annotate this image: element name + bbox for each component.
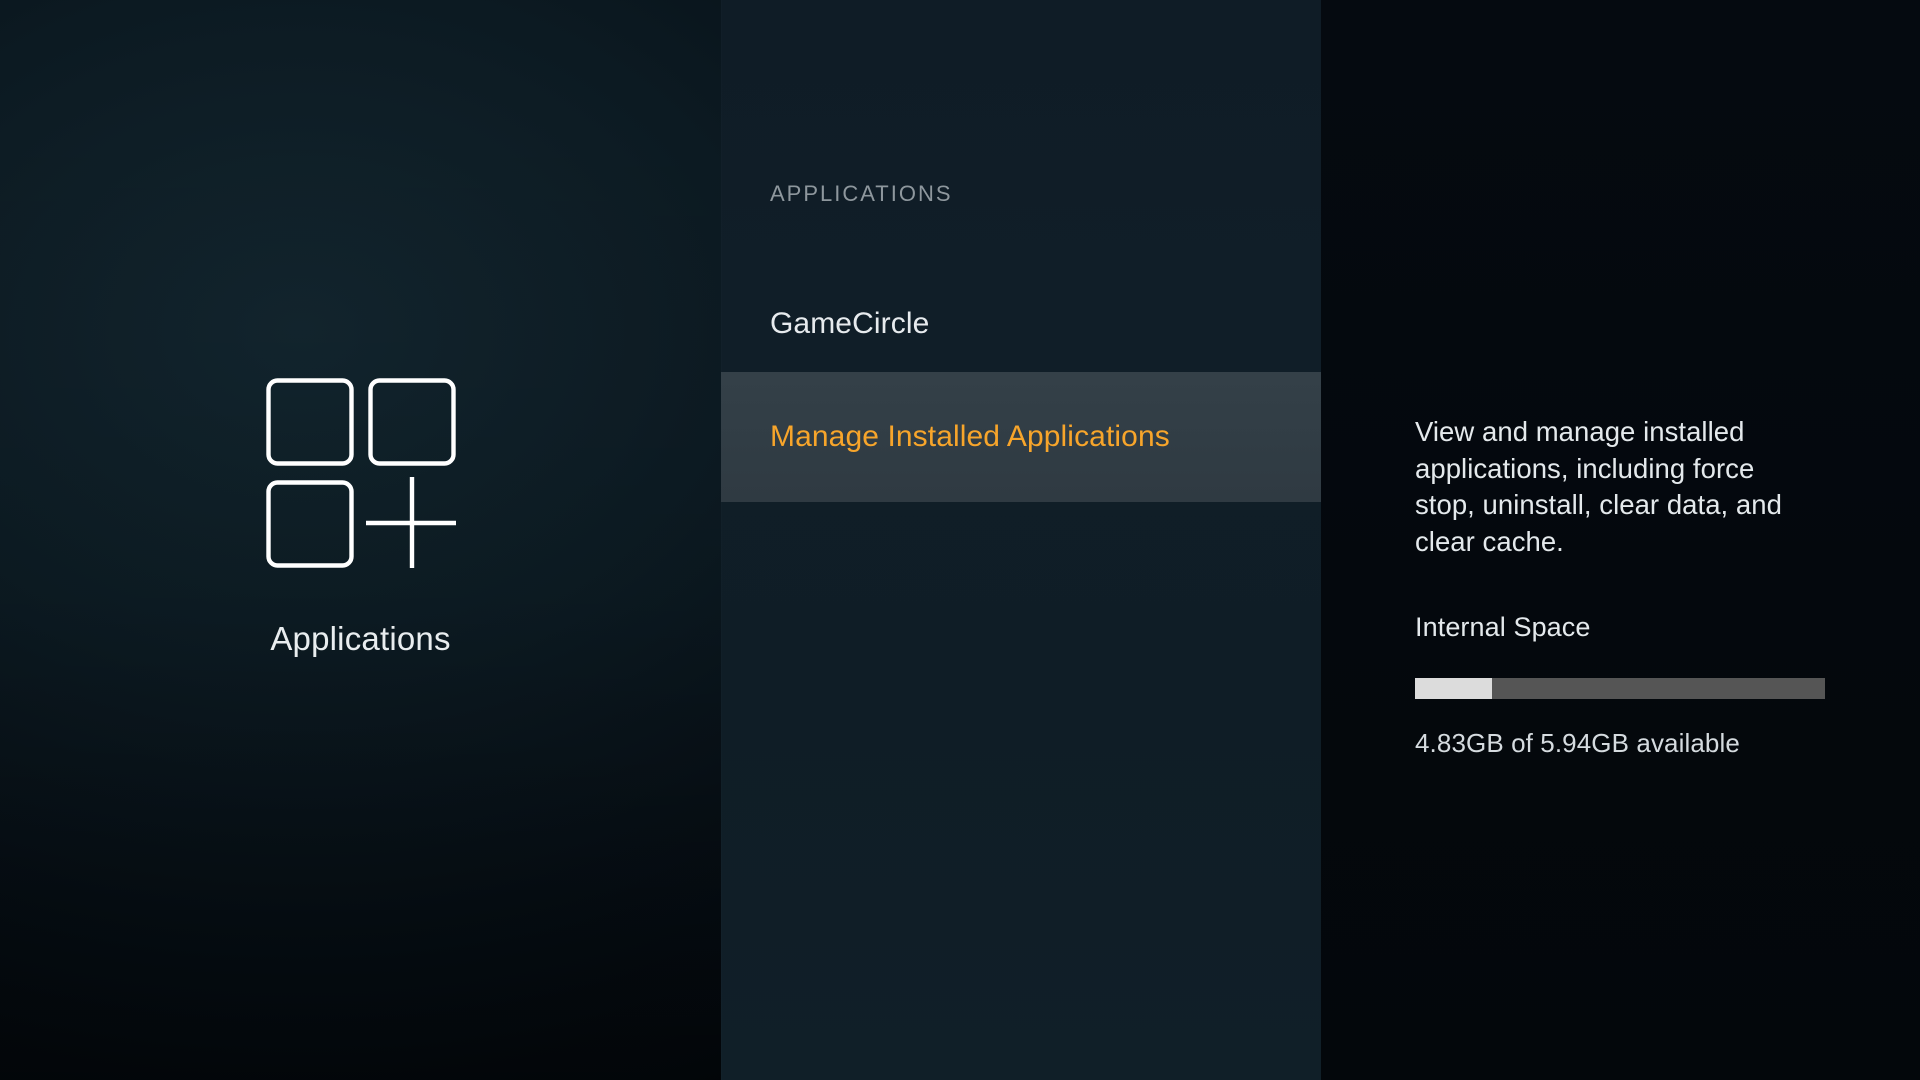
hero-panel: Applications xyxy=(0,0,721,1080)
hero-label: Applications xyxy=(270,620,451,657)
internal-space-progress-fill xyxy=(1415,678,1492,699)
detail-panel: View and manage installed applications, … xyxy=(1321,0,1920,1080)
applications-menu-column: APPLICATIONS GameCircle Manage Installed… xyxy=(721,0,1321,1080)
menu-item-manage-installed-applications[interactable]: Manage Installed Applications xyxy=(721,372,1321,502)
menu-item-label: Manage Installed Applications xyxy=(770,420,1170,453)
fire-tv-settings-screen: Applications APPLICATIONS GameCircle Man… xyxy=(0,0,1920,1080)
internal-space-summary: 4.83GB of 5.94GB available xyxy=(1415,728,1740,758)
menu-section-header: APPLICATIONS xyxy=(770,181,953,206)
menu-item-label: GameCircle xyxy=(770,306,930,340)
internal-space-progress-bar xyxy=(1415,678,1825,699)
applications-grid-plus-icon xyxy=(265,378,456,568)
internal-space-title: Internal Space xyxy=(1415,612,1591,642)
detail-description: View and manage installed applications, … xyxy=(1415,416,1782,557)
menu-item-gamecircle[interactable]: GameCircle xyxy=(721,275,1321,372)
menu-list: GameCircle Manage Installed Applications xyxy=(721,275,1321,502)
